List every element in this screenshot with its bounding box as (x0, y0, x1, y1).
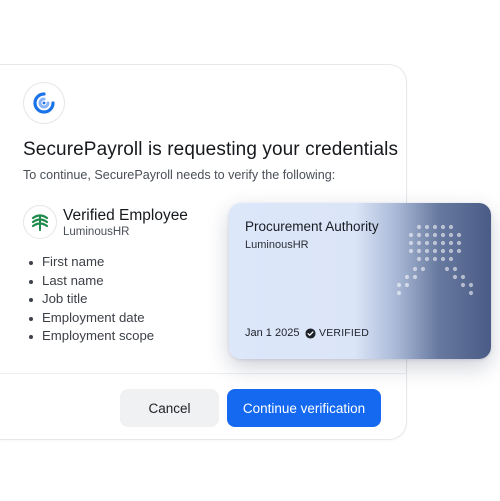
credential-name: Verified Employee (63, 207, 188, 224)
card-status-label: VERIFIED (319, 327, 370, 339)
credential-card: Procurement Authority LuminousHR Jan 1 2… (229, 203, 491, 359)
card-title: Procurement Authority (245, 219, 379, 234)
credential-issuer: Verified Employee LuminousHR (23, 205, 243, 239)
credential-issuer-org: LuminousHR (63, 226, 130, 238)
continue-verification-button[interactable]: Continue verification (227, 389, 381, 427)
dialog-title: SecurePayroll is requesting your credent… (23, 139, 399, 160)
list-item: First name (26, 253, 154, 272)
luminoushr-logo-icon (23, 205, 57, 239)
card-issue-date: Jan 1 2025 (245, 327, 300, 339)
card-issuer-org: LuminousHR (245, 239, 309, 251)
dialog-subtitle: To continue, SecurePayroll needs to veri… (23, 168, 336, 182)
list-item: Job title (26, 290, 154, 309)
verified-status-badge: VERIFIED (305, 325, 369, 341)
cancel-button[interactable]: Cancel (120, 389, 219, 427)
check-circle-icon (305, 327, 316, 339)
requested-fields-list: First name Last name Job title Employmen… (26, 253, 154, 346)
list-item: Last name (26, 272, 154, 291)
list-item: Employment date (26, 309, 154, 328)
footer-divider (0, 373, 406, 374)
award-ribbon-icon (396, 224, 474, 296)
list-item: Employment scope (26, 327, 154, 346)
app-logo-icon (23, 82, 65, 124)
